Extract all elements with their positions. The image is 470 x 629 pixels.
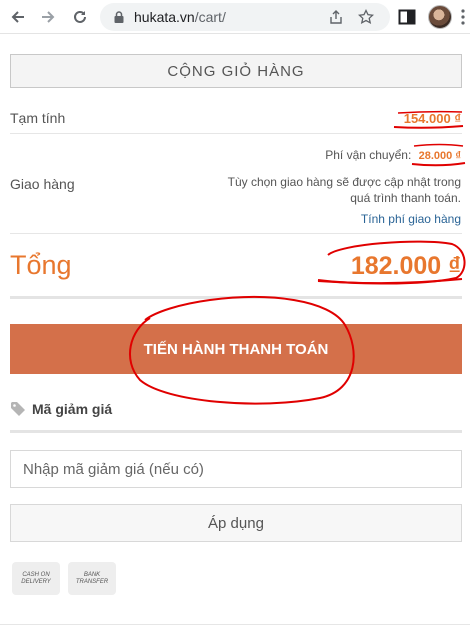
shipping-note-line1: Tùy chọn giao hàng sẽ được cập nhật tron… — [227, 175, 461, 189]
badge-line: CASH ON — [22, 571, 50, 578]
badge-line: BANK — [83, 571, 101, 578]
cart-totals-header: CỘNG GIỎ HÀNG — [10, 54, 462, 88]
shipping-calculator-link[interactable]: Tính phí giao hàng — [361, 212, 461, 226]
divider — [10, 233, 462, 234]
shipping-fee-label: Phí vận chuyển: — [325, 148, 412, 162]
tag-icon — [11, 402, 25, 416]
shipping-fee-amount: 28.000 ₫ — [418, 150, 461, 162]
badge-line: TRANSFER — [75, 578, 109, 585]
coupon-heading: Mã giảm giá — [10, 401, 112, 417]
arrow-left-icon — [11, 11, 24, 23]
side-panel-icon[interactable] — [398, 8, 416, 26]
coupon-title: Mã giảm giá — [32, 401, 113, 417]
proceed-to-checkout-button[interactable]: TIẾN HÀNH THANH TOÁN — [10, 324, 462, 374]
star-icon[interactable] — [358, 9, 374, 25]
back-button[interactable] — [6, 5, 30, 29]
bank-transfer-badge: BANK TRANSFER — [68, 562, 116, 595]
divider — [0, 624, 470, 625]
browser-toolbar: hukata.vn/cart/ — [0, 0, 470, 34]
reload-button[interactable] — [68, 5, 92, 29]
divider — [10, 133, 462, 134]
shipping-label: Giao hàng — [10, 176, 75, 192]
badge-line: DELIVERY — [21, 578, 51, 585]
more-menu-icon[interactable] — [458, 8, 468, 26]
url-text: hukata.vn/cart/ — [134, 9, 226, 25]
subtotal-underline — [393, 125, 464, 129]
coupon-code-input[interactable] — [10, 450, 462, 488]
apply-coupon-button[interactable]: Áp dụng — [10, 504, 462, 542]
address-bar[interactable]: hukata.vn/cart/ — [100, 3, 390, 31]
subtotal-amount: 154.000 ₫ — [403, 111, 461, 126]
profile-avatar[interactable] — [428, 5, 452, 29]
divider — [10, 296, 462, 299]
lock-icon — [114, 11, 124, 23]
divider — [10, 430, 462, 433]
reload-icon — [74, 10, 86, 23]
total-amount: 182.000 ₫ — [350, 252, 461, 280]
subtotal-label: Tạm tính — [10, 110, 66, 126]
share-icon[interactable] — [328, 9, 344, 25]
shipping-note-line2: quá trình thanh toán. — [350, 191, 461, 205]
shipping-fee-underline — [411, 162, 466, 167]
total-label: Tổng — [10, 250, 72, 280]
forward-button[interactable] — [36, 5, 60, 29]
shipping-fee-overline — [413, 143, 464, 147]
arrow-right-icon — [42, 11, 55, 23]
shipping-fee-row: Phí vận chuyển: 28.000 ₫ — [325, 148, 461, 162]
cash-on-delivery-badge: CASH ON DELIVERY — [12, 562, 60, 595]
